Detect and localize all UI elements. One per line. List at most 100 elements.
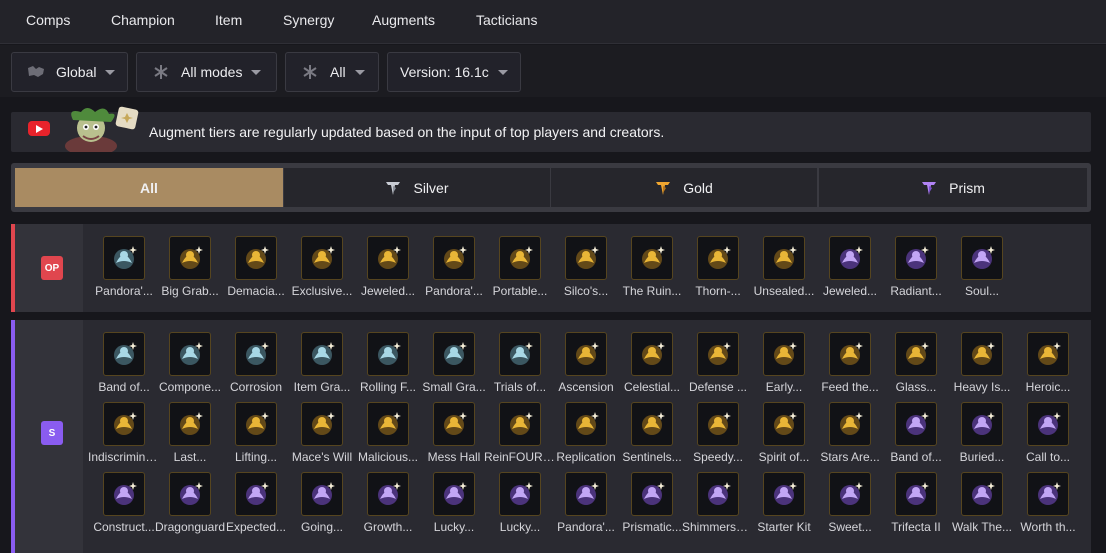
- augment-card[interactable]: Big Grab...: [157, 236, 223, 306]
- augment-card[interactable]: Pandora'...: [421, 236, 487, 306]
- augment-card[interactable]: Spirit of...: [751, 402, 817, 472]
- augment-name: Sweet...: [828, 520, 872, 534]
- augment-card[interactable]: Demacia...: [223, 236, 289, 306]
- youtube-icon[interactable]: [28, 121, 50, 136]
- augment-name: Going...: [300, 520, 344, 534]
- augment-card[interactable]: Band of...: [883, 402, 949, 472]
- nav-augments[interactable]: Augments: [372, 12, 435, 28]
- augment-card[interactable]: Starter Kit: [751, 472, 817, 542]
- augment-card[interactable]: Band of...: [91, 332, 157, 402]
- augment-name: Lifting...: [234, 450, 278, 464]
- augment-card[interactable]: Prismatic...: [619, 472, 685, 542]
- augment-card[interactable]: Call to...: [1015, 402, 1081, 472]
- augment-card[interactable]: Walk The...: [949, 472, 1015, 542]
- prism-tier-icon: [921, 180, 937, 196]
- nav-champion[interactable]: Champion: [111, 12, 175, 28]
- tier-badge-s: S: [41, 421, 63, 445]
- augment-card[interactable]: Silco's...: [553, 236, 619, 306]
- augment-card[interactable]: Shimmersca...: [682, 472, 754, 542]
- tab-silver[interactable]: Silver: [284, 168, 550, 207]
- prism-augment-icon: [961, 236, 1003, 280]
- augment-card[interactable]: Heroic...: [1015, 332, 1081, 402]
- augment-card[interactable]: Dragonguard: [155, 472, 225, 542]
- silver-tier-icon: [385, 180, 401, 196]
- augment-card[interactable]: Buried...: [949, 402, 1015, 472]
- augment-card[interactable]: Pandora'...: [553, 472, 619, 542]
- nav-comps[interactable]: Comps: [26, 12, 70, 28]
- augment-card[interactable]: Last...: [157, 402, 223, 472]
- augment-name: Compone...: [158, 380, 222, 394]
- nav-synergy[interactable]: Synergy: [283, 12, 334, 28]
- augment-card[interactable]: Construct...: [91, 472, 157, 542]
- augment-card[interactable]: Malicious...: [355, 402, 421, 472]
- augment-card[interactable]: The Ruin...: [619, 236, 685, 306]
- tier-badge-column: OP: [15, 224, 83, 312]
- augment-name: Starter Kit: [757, 520, 811, 534]
- augment-card[interactable]: Lucky...: [487, 472, 553, 542]
- augment-name: Unsealed...: [753, 284, 815, 298]
- augment-card[interactable]: Lifting...: [223, 402, 289, 472]
- augment-card[interactable]: Exclusive...: [289, 236, 355, 306]
- tab-gold[interactable]: Gold: [551, 168, 817, 207]
- prism-augment-icon: [433, 472, 475, 516]
- augment-card[interactable]: Pandora'...: [91, 236, 157, 306]
- augment-card[interactable]: ReinFOURcement: [484, 402, 556, 472]
- augment-card[interactable]: Rolling F...: [355, 332, 421, 402]
- augment-card[interactable]: Portable...: [487, 236, 553, 306]
- augment-card[interactable]: Heavy Is...: [949, 332, 1015, 402]
- gold-augment-icon: [499, 402, 541, 446]
- gold-augment-icon: [631, 332, 673, 376]
- augment-card[interactable]: Expected...: [223, 472, 289, 542]
- gold-augment-icon: [103, 402, 145, 446]
- tab-prism[interactable]: Prism: [819, 168, 1087, 207]
- augment-card[interactable]: Mess Hall: [421, 402, 487, 472]
- tab-all[interactable]: All: [15, 168, 283, 207]
- mode-dropdown[interactable]: All modes: [136, 52, 277, 92]
- augment-card[interactable]: Small Gra...: [421, 332, 487, 402]
- augment-card[interactable]: Trifecta II: [883, 472, 949, 542]
- augment-card[interactable]: Sentinels...: [619, 402, 685, 472]
- gold-augment-icon: [433, 402, 475, 446]
- gold-augment-icon: [763, 236, 805, 280]
- augment-card[interactable]: Compone...: [157, 332, 223, 402]
- version-dropdown[interactable]: Version: 16.1c: [387, 52, 521, 92]
- augment-card[interactable]: Worth th...: [1015, 472, 1081, 542]
- augment-card[interactable]: Defense ...: [685, 332, 751, 402]
- augment-card[interactable]: Mace's Will: [289, 402, 355, 472]
- augment-card[interactable]: Sweet...: [817, 472, 883, 542]
- augment-card[interactable]: Radiant...: [883, 236, 949, 306]
- augment-card[interactable]: Celestial...: [619, 332, 685, 402]
- tier-tabs: All Silver Gold Prism: [11, 163, 1091, 212]
- augment-card[interactable]: Corrosion: [223, 332, 289, 402]
- augment-name: Item Gra...: [293, 380, 351, 394]
- silver-augment-icon: [103, 236, 145, 280]
- augment-card[interactable]: Jeweled...: [817, 236, 883, 306]
- augment-card[interactable]: Early...: [751, 332, 817, 402]
- augment-name: Mace's Will: [291, 450, 353, 464]
- gold-augment-icon: [169, 236, 211, 280]
- nav-item[interactable]: Item: [215, 12, 242, 28]
- augment-name: Speedy...: [693, 450, 743, 464]
- augment-card[interactable]: Replication: [553, 402, 619, 472]
- augment-card[interactable]: Indiscrimina...: [88, 402, 160, 472]
- augment-card[interactable]: Unsealed...: [751, 236, 817, 306]
- augment-card[interactable]: Lucky...: [421, 472, 487, 542]
- augment-card[interactable]: Feed the...: [817, 332, 883, 402]
- augment-card[interactable]: Stars Are...: [817, 402, 883, 472]
- augment-card[interactable]: Thorn-...: [685, 236, 751, 306]
- augment-card[interactable]: Ascension: [553, 332, 619, 402]
- augment-card[interactable]: Jeweled...: [355, 236, 421, 306]
- nav-tacticians[interactable]: Tacticians: [476, 12, 537, 28]
- augment-card[interactable]: Growth...: [355, 472, 421, 542]
- augment-card[interactable]: Glass...: [883, 332, 949, 402]
- augment-name: Call to...: [1025, 450, 1070, 464]
- augment-card[interactable]: Item Gra...: [289, 332, 355, 402]
- augment-card[interactable]: Soul...: [949, 236, 1015, 306]
- augment-name: Jeweled...: [822, 284, 878, 298]
- augment-card[interactable]: Speedy...: [685, 402, 751, 472]
- gold-augment-icon: [1027, 332, 1069, 376]
- filter-dropdown[interactable]: All: [285, 52, 379, 92]
- region-dropdown[interactable]: Global: [11, 52, 128, 92]
- augment-card[interactable]: Trials of...: [487, 332, 553, 402]
- augment-card[interactable]: Going...: [289, 472, 355, 542]
